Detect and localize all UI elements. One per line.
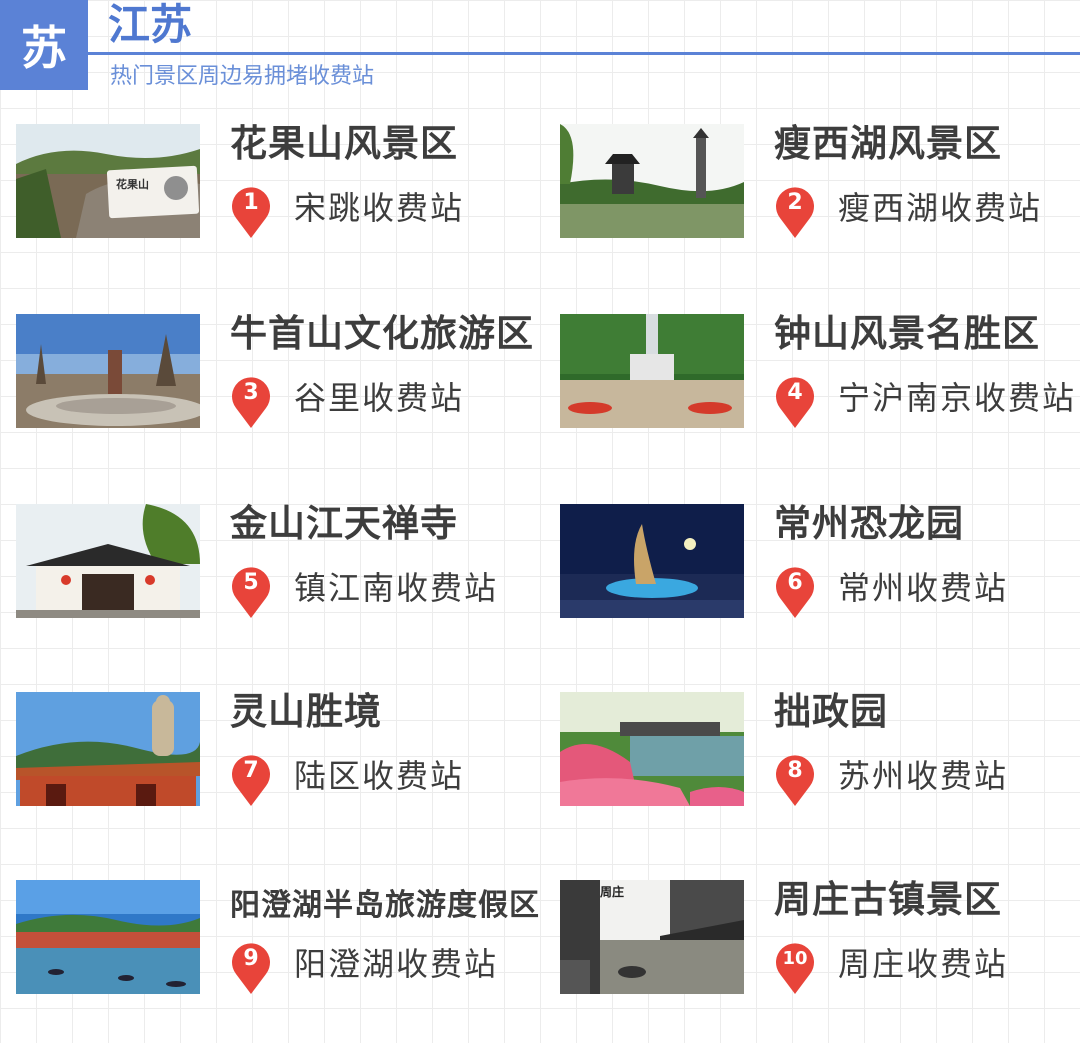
pin-number: 4 xyxy=(787,380,803,405)
map-pin-icon: 2 xyxy=(774,184,816,238)
spot-card-4[interactable]: 钟山风景名胜区 4 宁沪南京收费站 xyxy=(560,312,1080,430)
spot-name: 牛首山文化旅游区 xyxy=(230,312,534,355)
map-pin-icon: 4 xyxy=(774,374,816,428)
spot-card-9[interactable]: 阳澄湖半岛旅游度假区 9 阳澄湖收费站 xyxy=(16,880,539,996)
pin-number: 9 xyxy=(243,946,259,971)
spot-name: 花果山风景区 xyxy=(230,122,458,165)
toll-station: 宋跳收费站 xyxy=(294,189,465,227)
spot-name: 瘦西湖风景区 xyxy=(774,122,1002,165)
spot-photo-niushoushan xyxy=(16,314,200,428)
map-pin-icon: 5 xyxy=(230,564,272,618)
page-header: 苏 江苏 热门景区周边易拥堵收费站 xyxy=(0,0,1080,95)
spot-name: 阳澄湖半岛旅游度假区 xyxy=(230,888,540,923)
pin-number: 2 xyxy=(787,190,803,215)
map-pin-icon: 10 xyxy=(774,940,816,994)
toll-station: 宁沪南京收费站 xyxy=(838,379,1077,417)
spot-name: 钟山风景名胜区 xyxy=(774,312,1040,355)
spot-photo-zhuozhengyuan xyxy=(560,692,744,806)
spot-card-3[interactable]: 牛首山文化旅游区 3 谷里收费站 xyxy=(16,312,536,430)
map-pin-icon: 6 xyxy=(774,564,816,618)
spot-card-1[interactable]: 花果山 花果山风景区 1 宋跳收费站 xyxy=(16,122,536,240)
spot-photo-yangchenghu xyxy=(16,880,200,994)
spot-photo-zhouzhuang: 周庄 xyxy=(560,880,744,994)
spot-card-8[interactable]: 拙政园 8 苏州收费站 xyxy=(560,690,1080,808)
map-pin-icon: 3 xyxy=(230,374,272,428)
pin-number: 3 xyxy=(243,380,259,405)
map-pin-icon: 7 xyxy=(230,752,272,806)
toll-station: 陆区收费站 xyxy=(294,757,465,795)
spot-name: 拙政园 xyxy=(774,690,888,733)
toll-station: 谷里收费站 xyxy=(294,379,465,417)
spot-card-7[interactable]: 灵山胜境 7 陆区收费站 xyxy=(16,690,536,808)
map-pin-icon: 1 xyxy=(230,184,272,238)
spot-card-5[interactable]: 金山江天禅寺 5 镇江南收费站 xyxy=(16,502,536,620)
spot-name: 常州恐龙园 xyxy=(774,502,964,545)
header-divider xyxy=(88,52,1080,55)
page-subtitle: 热门景区周边易拥堵收费站 xyxy=(110,64,375,89)
map-pin-icon: 9 xyxy=(230,940,272,994)
province-title: 江苏 xyxy=(108,0,193,49)
spot-name: 金山江天禅寺 xyxy=(230,502,458,545)
toll-station: 瘦西湖收费站 xyxy=(838,189,1043,227)
toll-station: 阳澄湖收费站 xyxy=(294,945,499,983)
toll-station: 常州收费站 xyxy=(838,569,1009,607)
spot-name: 周庄古镇景区 xyxy=(774,878,1002,921)
spot-photo-zhongshan xyxy=(560,314,744,428)
spot-photo-jinshan xyxy=(16,504,200,618)
pin-number: 5 xyxy=(243,570,259,595)
toll-station: 苏州收费站 xyxy=(838,757,1009,795)
toll-station: 镇江南收费站 xyxy=(294,569,499,607)
spot-photo-lingshan xyxy=(16,692,200,806)
spot-photo-konglongyuan xyxy=(560,504,744,618)
spot-photo-huaguoshan: 花果山 xyxy=(16,124,200,238)
pin-number: 6 xyxy=(787,570,803,595)
stone-lettering: 花果山 xyxy=(116,177,149,191)
map-pin-icon: 8 xyxy=(774,752,816,806)
spot-name: 灵山胜境 xyxy=(230,690,382,733)
spot-photo-shouxihu xyxy=(560,124,744,238)
spot-card-2[interactable]: 瘦西湖风景区 2 瘦西湖收费站 xyxy=(560,122,1080,240)
pin-number: 7 xyxy=(243,758,259,783)
spot-card-10[interactable]: 周庄 周庄古镇景区 10 周庄收费站 xyxy=(560,878,1080,996)
toll-station: 周庄收费站 xyxy=(838,945,1009,983)
zhouzhuang-sign-lettering: 周庄 xyxy=(600,884,624,899)
pin-number: 10 xyxy=(782,948,808,969)
spot-card-6[interactable]: 常州恐龙园 6 常州收费站 xyxy=(560,502,1080,620)
pin-number: 8 xyxy=(787,758,803,783)
province-badge: 苏 xyxy=(0,0,88,90)
pin-number: 1 xyxy=(243,190,259,215)
